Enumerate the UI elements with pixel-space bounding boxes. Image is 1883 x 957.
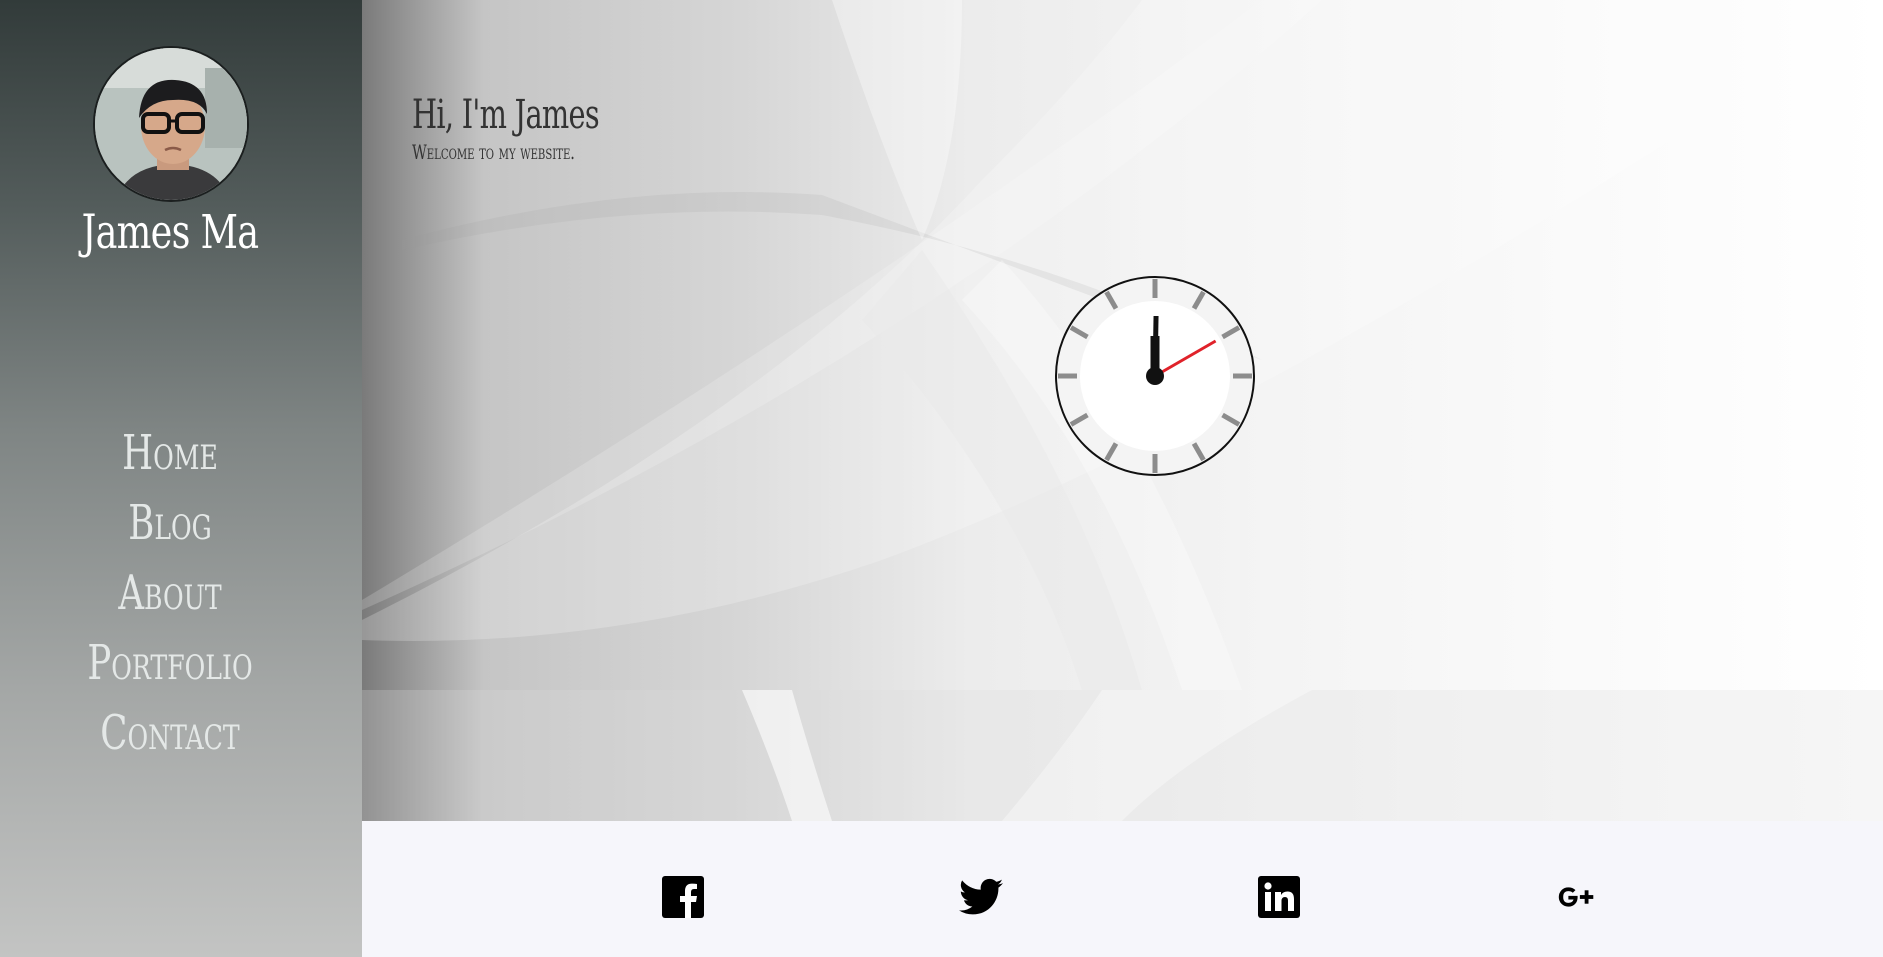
analog-clock — [1055, 276, 1255, 476]
twitter-icon — [959, 878, 1003, 915]
google-plus-link[interactable] — [1554, 874, 1600, 920]
nav-portfolio[interactable]: Portfolio — [44, 628, 296, 698]
site-name: James Ma — [81, 205, 259, 260]
clock-center-pin — [1146, 367, 1164, 385]
facebook-link[interactable] — [660, 874, 706, 920]
sidebar: James Ma Home Blog About Portfolio Conta… — [0, 0, 362, 957]
nav-blog[interactable]: Blog — [44, 488, 296, 558]
twitter-link[interactable] — [958, 874, 1004, 920]
hero-subtitle: Welcome to my website. — [412, 140, 575, 164]
linkedin-icon — [1258, 876, 1300, 918]
google-plus-icon — [1558, 887, 1594, 907]
main-nav: Home Blog About Portfolio Contact — [0, 418, 340, 768]
nav-home[interactable]: Home — [44, 418, 296, 488]
linkedin-link[interactable] — [1256, 874, 1302, 920]
hero-heading-block: Hi, I'm James Welcome to my website. — [412, 92, 672, 164]
profile-photo — [95, 48, 247, 200]
nav-contact[interactable]: Contact — [44, 698, 296, 768]
hero-section: Hi, I'm James Welcome to my website. — [362, 0, 1883, 821]
nav-about[interactable]: About — [44, 558, 296, 628]
social-footer — [362, 821, 1883, 957]
hero-title: Hi, I'm James — [412, 92, 600, 138]
avatar[interactable] — [93, 46, 249, 202]
facebook-icon — [662, 876, 704, 918]
